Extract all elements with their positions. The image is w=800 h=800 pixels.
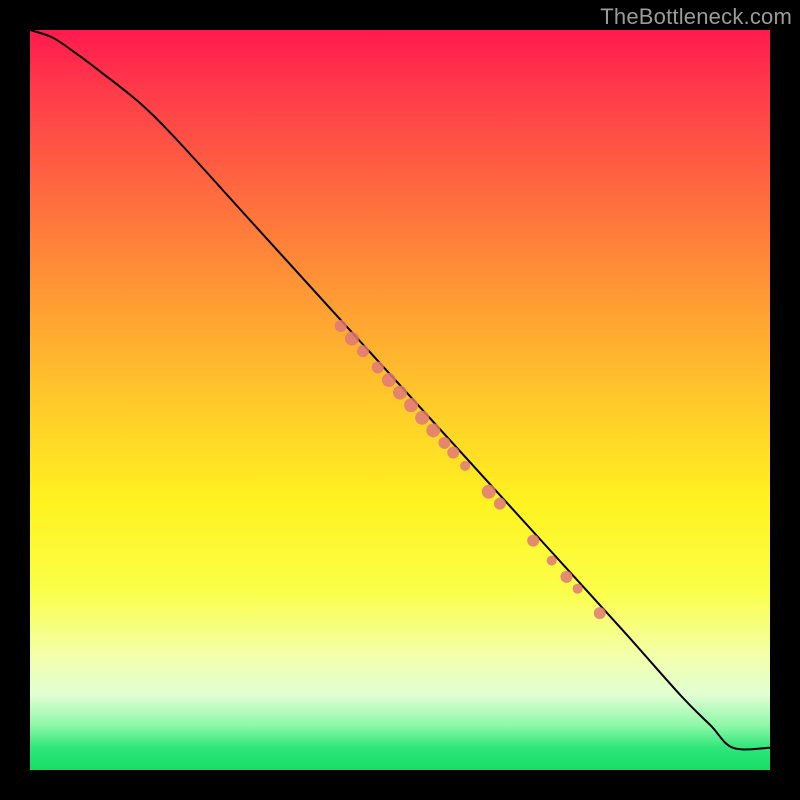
watermark-text: TheBottleneck.com bbox=[600, 4, 792, 30]
plot-area bbox=[30, 30, 770, 770]
data-point-marker bbox=[438, 437, 450, 449]
chart-stage: TheBottleneck.com bbox=[0, 0, 800, 800]
data-point-marker bbox=[527, 535, 539, 547]
data-point-marker bbox=[594, 607, 606, 619]
data-point-marker bbox=[494, 498, 506, 510]
chart-svg bbox=[30, 30, 770, 770]
data-point-marker bbox=[460, 461, 470, 471]
data-point-marker bbox=[415, 411, 429, 425]
data-point-marker bbox=[426, 423, 440, 437]
data-point-marker bbox=[482, 485, 496, 499]
data-point-marker bbox=[447, 447, 459, 459]
data-point-marker bbox=[404, 398, 418, 412]
marker-group bbox=[335, 320, 606, 619]
data-point-marker bbox=[547, 556, 557, 566]
data-point-marker bbox=[357, 345, 369, 357]
data-point-marker bbox=[382, 373, 396, 387]
data-point-marker bbox=[561, 571, 573, 583]
data-point-marker bbox=[335, 320, 347, 332]
data-point-marker bbox=[393, 386, 407, 400]
data-point-marker bbox=[573, 584, 583, 594]
data-point-marker bbox=[372, 361, 384, 373]
data-point-marker bbox=[345, 332, 359, 346]
